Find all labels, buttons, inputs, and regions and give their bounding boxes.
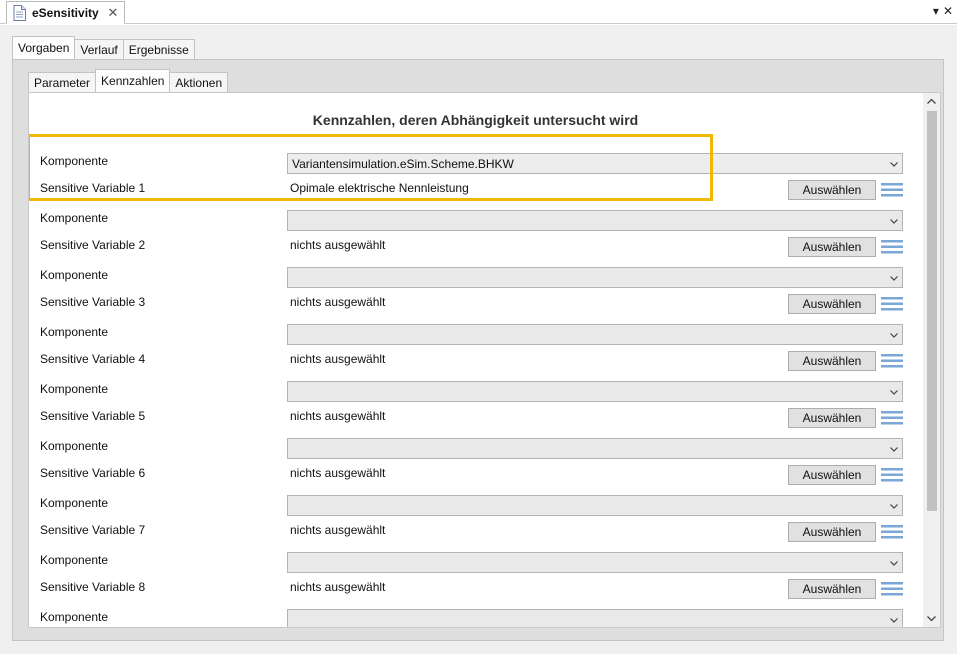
- komponente-select[interactable]: [287, 324, 903, 345]
- view-menu-icon[interactable]: ▾: [933, 4, 939, 18]
- list-icon[interactable]: [881, 467, 903, 483]
- vertical-scrollbar[interactable]: [923, 93, 940, 627]
- editor-tab-esensitivity[interactable]: eSensitivity ✕: [6, 1, 125, 24]
- scroll-up-icon[interactable]: [923, 93, 940, 109]
- komponente-select[interactable]: [287, 609, 903, 627]
- vorgaben-panel: Parameter Kennzahlen Aktionen Kennzahlen…: [12, 59, 944, 641]
- kennzahlen-panel: Kennzahlen, deren Abhängigkeit untersuch…: [28, 92, 941, 628]
- sensitive-variable-value: nichts ausgewählt: [290, 409, 386, 423]
- list-icon[interactable]: [881, 239, 903, 255]
- auswaehlen-button[interactable]: Auswählen: [788, 237, 876, 257]
- auswaehlen-button[interactable]: Auswählen: [788, 522, 876, 542]
- komponente-select[interactable]: [287, 381, 903, 402]
- auswaehlen-button[interactable]: Auswählen: [788, 408, 876, 428]
- chevron-down-icon: [889, 386, 899, 396]
- auswaehlen-button[interactable]: Auswählen: [788, 465, 876, 485]
- chevron-down-icon: [889, 557, 899, 567]
- chevron-down-icon: [889, 215, 899, 225]
- sensitive-variable-value: nichts ausgewählt: [290, 238, 386, 252]
- sensitive-variable-label: Sensitive Variable 4: [40, 352, 146, 366]
- komponente-label: Komponente: [40, 496, 109, 510]
- list-icon[interactable]: [881, 581, 903, 597]
- komponente-select[interactable]: [287, 495, 903, 516]
- list-icon[interactable]: [881, 296, 903, 312]
- list-icon[interactable]: [881, 182, 903, 198]
- chevron-down-icon: [889, 614, 899, 624]
- komponente-select[interactable]: [287, 267, 903, 288]
- sensitive-variable-label: Sensitive Variable 7: [40, 523, 146, 537]
- sensitive-variable-label: Sensitive Variable 5: [40, 409, 146, 423]
- list-icon[interactable]: [881, 524, 903, 540]
- close-view-icon[interactable]: ✕: [943, 4, 953, 18]
- document-icon: [13, 4, 26, 21]
- main-tabs: Vorgaben Verlauf Ergebnisse: [12, 36, 195, 59]
- tab-aktionen[interactable]: Aktionen: [169, 72, 229, 92]
- section-title: Kennzahlen, deren Abhängigkeit untersuch…: [312, 112, 639, 128]
- chevron-down-icon: [889, 158, 899, 168]
- list-icon[interactable]: [881, 353, 903, 369]
- close-icon[interactable]: ✕: [106, 5, 120, 20]
- tab-kennzahlen[interactable]: Kennzahlen: [95, 69, 171, 92]
- highlight-box: [29, 134, 713, 201]
- sensitive-variable-value: nichts ausgewählt: [290, 466, 386, 480]
- editor-tab-strip: eSensitivity ✕ ▾ ✕: [0, 0, 957, 24]
- komponente-label: Komponente: [40, 553, 109, 567]
- chevron-down-icon: [889, 443, 899, 453]
- sensitive-variable-label: Sensitive Variable 3: [40, 295, 146, 309]
- komponente-label: Komponente: [40, 325, 109, 339]
- komponente-select[interactable]: [287, 552, 903, 573]
- chevron-down-icon: [889, 329, 899, 339]
- komponente-label: Komponente: [40, 382, 109, 396]
- tab-verlauf[interactable]: Verlauf: [74, 39, 124, 59]
- scrollbar-thumb[interactable]: [927, 111, 937, 511]
- sensitive-variable-label: Sensitive Variable 8: [40, 580, 146, 594]
- komponente-label: Komponente: [40, 610, 109, 624]
- list-icon[interactable]: [881, 410, 903, 426]
- komponente-label: Komponente: [40, 268, 109, 282]
- sensitive-variable-label: Sensitive Variable 6: [40, 466, 146, 480]
- sensitive-variable-value: nichts ausgewählt: [290, 352, 386, 366]
- komponente-label: Komponente: [40, 211, 109, 225]
- editor-tab-title: eSensitivity: [32, 5, 99, 20]
- editor-content: Vorgaben Verlauf Ergebnisse Parameter Ke…: [0, 25, 957, 654]
- tab-ergebnisse[interactable]: Ergebnisse: [122, 39, 195, 59]
- sensitive-variable-value: nichts ausgewählt: [290, 523, 386, 537]
- tab-vorgaben[interactable]: Vorgaben: [12, 36, 76, 59]
- auswaehlen-button[interactable]: Auswählen: [788, 351, 876, 371]
- komponente-select[interactable]: [287, 210, 903, 231]
- scroll-down-icon[interactable]: [923, 611, 940, 627]
- auswaehlen-button[interactable]: Auswählen: [788, 180, 876, 200]
- window-controls: ▾ ✕: [933, 4, 953, 18]
- tab-parameter[interactable]: Parameter: [28, 72, 97, 92]
- auswaehlen-button[interactable]: Auswählen: [788, 579, 876, 599]
- chevron-down-icon: [889, 272, 899, 282]
- sensitive-variable-value: nichts ausgewählt: [290, 580, 386, 594]
- auswaehlen-button[interactable]: Auswählen: [788, 294, 876, 314]
- sensitive-variable-label: Sensitive Variable 2: [40, 238, 146, 252]
- komponente-label: Komponente: [40, 439, 109, 453]
- chevron-down-icon: [889, 500, 899, 510]
- sub-tabs: Parameter Kennzahlen Aktionen: [28, 69, 229, 92]
- komponente-select[interactable]: [287, 438, 903, 459]
- sensitive-variable-value: nichts ausgewählt: [290, 295, 386, 309]
